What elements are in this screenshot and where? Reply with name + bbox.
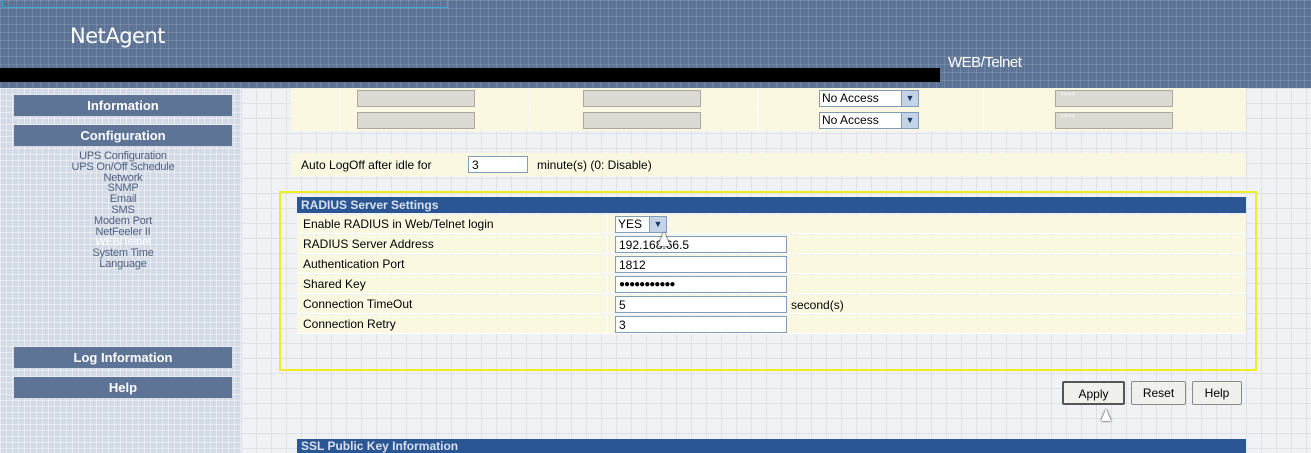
chevron-down-icon[interactable]: ▼ (901, 91, 918, 106)
netagent-logo: NetAgent (70, 24, 166, 48)
username-field (357, 90, 475, 107)
ip-field (583, 112, 701, 129)
chevron-down-icon[interactable]: ▼ (649, 217, 666, 232)
sidebar-header-help[interactable]: Help (14, 377, 232, 398)
auth-port-input[interactable] (615, 256, 787, 273)
auth-port-label: Authentication Port (303, 257, 405, 271)
access-select[interactable]: No Access ▼ (819, 90, 919, 107)
password-field: **** (1055, 112, 1173, 129)
access-select-value: No Access (822, 91, 879, 105)
auto-logoff-row: Auto LogOff after idle for minute(s) (0:… (291, 153, 1246, 176)
retry-input[interactable] (615, 316, 787, 333)
radius-address-label: RADIUS Server Address (303, 237, 434, 251)
password-field: **** (1055, 90, 1173, 107)
ip-field (583, 90, 701, 107)
shared-key-input[interactable]: ●●●●●●●●●●● (615, 276, 787, 293)
apply-button[interactable]: Apply (1062, 381, 1125, 405)
radius-settings-title: RADIUS Server Settings (297, 197, 1246, 213)
radius-address-row: RADIUS Server Address (297, 235, 1246, 254)
radius-enable-select[interactable]: YES ▼ (615, 216, 667, 233)
access-select-value: No Access (822, 113, 879, 127)
auto-logoff-suffix: minute(s) (0: Disable) (537, 158, 652, 172)
ssl-public-key-title: SSL Public Key Information (297, 439, 1246, 453)
radius-enable-label: Enable RADIUS in Web/Telnet login (303, 217, 494, 231)
help-button[interactable]: Help (1192, 381, 1242, 405)
chevron-down-icon[interactable]: ▼ (901, 113, 918, 128)
sidebar-configuration-links: UPS Configuration UPS On/Off Schedule Ne… (14, 151, 232, 270)
shared-key-label: Shared Key (303, 277, 366, 291)
sidebar-item-ups-onoff-schedule[interactable]: UPS On/Off Schedule (14, 161, 232, 173)
radius-retry-row: Connection Retry (297, 315, 1246, 334)
user-accounts-table: No Access ▼ **** No Access ▼ **** (291, 88, 1246, 131)
retry-label: Connection Retry (303, 317, 396, 331)
top-banner: NetAgent WEB/Telnet (0, 0, 1311, 88)
sidebar-header-information[interactable]: Information (14, 95, 232, 116)
hand-cursor-icon (1101, 409, 1111, 421)
auto-logoff-label: Auto LogOff after idle for (301, 158, 432, 172)
mouse-cursor-icon (658, 232, 670, 246)
radius-enable-value: YES (618, 217, 643, 231)
access-select[interactable]: No Access ▼ (819, 112, 919, 129)
radius-auth-port-row: Authentication Port (297, 255, 1246, 274)
timeout-input[interactable] (615, 296, 787, 313)
sidebar-item-modem-port[interactable]: Modem Port (14, 215, 232, 227)
timeout-label: Connection TimeOut (303, 297, 413, 311)
page-section-title: WEB/Telnet (948, 54, 1022, 71)
sidebar-header-log-information[interactable]: Log Information (14, 347, 232, 368)
radius-address-input[interactable] (615, 236, 787, 253)
radius-enable-row: Enable RADIUS in Web/Telnet login YES ▼ (297, 215, 1246, 234)
reset-button[interactable]: Reset (1131, 381, 1186, 405)
address-frame (2, 0, 448, 8)
table-row: No Access ▼ **** (291, 110, 1246, 131)
sidebar-item-language[interactable]: Language (14, 259, 232, 270)
banner-divider (0, 68, 940, 82)
radius-shared-key-row: Shared Key ●●●●●●●●●●● (297, 275, 1246, 294)
username-field (357, 112, 475, 129)
table-row: No Access ▼ **** (291, 88, 1246, 109)
radius-timeout-row: Connection TimeOut second(s) (297, 295, 1246, 314)
timeout-unit: second(s) (791, 298, 844, 312)
sidebar-header-configuration[interactable]: Configuration (14, 125, 232, 146)
auto-logoff-input[interactable] (468, 156, 528, 173)
